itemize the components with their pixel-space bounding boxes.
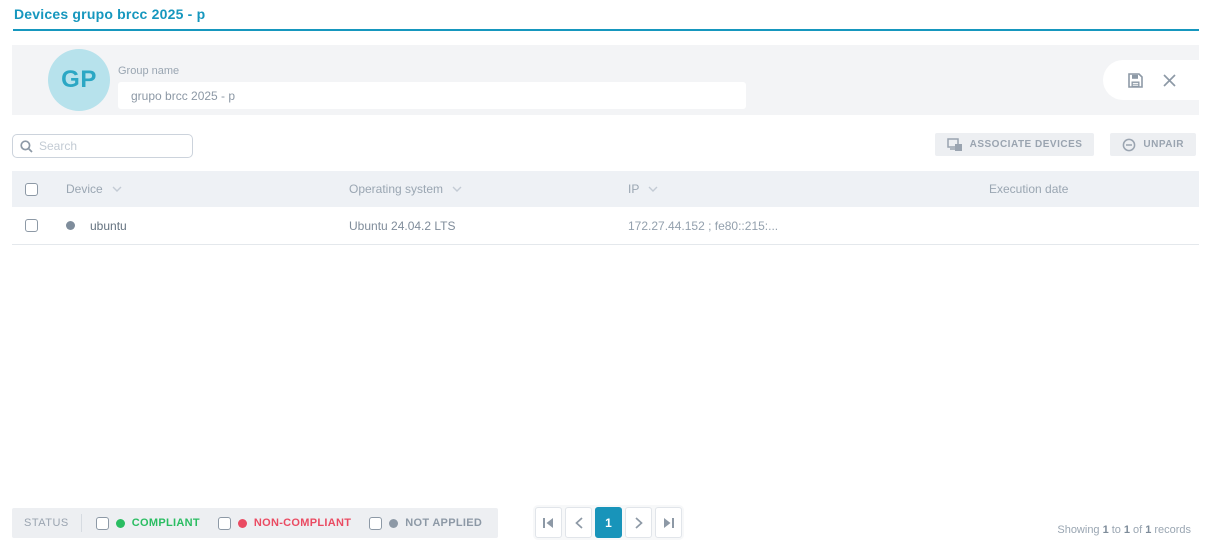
column-os-label: Operating system [349,182,443,196]
last-page-icon [662,517,675,529]
save-button[interactable] [1125,70,1145,90]
status-filter-label: STATUS [24,517,81,529]
non-compliant-label: NON-COMPLIANT [254,517,351,529]
unpair-button[interactable]: UNPAIR [1110,133,1196,156]
pagination: 1 [533,505,684,540]
column-header-os[interactable]: Operating system [349,182,462,196]
compliant-label: COMPLIANT [132,517,200,529]
showing-total: 1 [1145,524,1151,536]
group-avatar: GP [48,49,110,111]
records-summary: Showing 1 to 1 of 1 records [1057,524,1191,536]
table-header: Device Operating system IP Execution dat… [12,171,1199,207]
showing-from: 1 [1103,524,1109,536]
toolbar-buttons: ASSOCIATE DEVICES UNPAIR [935,133,1196,156]
of-word: of [1133,524,1142,536]
compliant-dot [116,519,125,528]
header-actions-pill [1103,60,1199,100]
group-name-label: Group name [118,65,179,77]
device-status-dot [66,221,75,230]
status-option-compliant[interactable]: COMPLIANT [96,517,200,530]
chevron-down-icon [112,186,122,192]
previous-page-button[interactable] [565,507,592,538]
select-all-checkbox[interactable] [25,183,38,196]
page-title: Devices grupo brcc 2025 - p [14,6,205,22]
device-ip-cell: 172.27.44.152 ; fe80::215:... [628,219,989,233]
records-word: records [1154,524,1191,536]
status-filter-bar: STATUS COMPLIANT NON-COMPLIANT NOT APPLI… [12,508,498,538]
status-divider [81,514,82,532]
chevron-left-icon [575,517,583,529]
column-ip-label: IP [628,182,639,196]
chevron-right-icon [635,517,643,529]
not-applied-checkbox[interactable] [369,517,382,530]
group-name-input[interactable] [118,82,746,109]
associate-devices-button[interactable]: ASSOCIATE DEVICES [935,133,1095,156]
column-header-device[interactable]: Device [66,182,122,196]
save-icon [1127,72,1144,89]
not-applied-dot [389,519,398,528]
unpair-icon [1122,138,1136,152]
unpair-label: UNPAIR [1143,139,1184,150]
table-row[interactable]: ubuntu Ubuntu 24.04.2 LTS 172.27.44.152 … [12,207,1199,245]
not-applied-label: NOT APPLIED [405,517,482,529]
non-compliant-dot [238,519,247,528]
status-option-non-compliant[interactable]: NON-COMPLIANT [218,517,351,530]
non-compliant-checkbox[interactable] [218,517,231,530]
first-page-button[interactable] [535,507,562,538]
group-header-band: GP Group name [12,45,1199,115]
last-page-button[interactable] [655,507,682,538]
column-header-execution-date: Execution date [989,182,1068,196]
status-option-not-applied[interactable]: NOT APPLIED [369,517,482,530]
row-checkbox[interactable] [25,219,38,232]
associate-devices-label: ASSOCIATE DEVICES [970,139,1083,150]
first-page-icon [542,517,555,529]
search-input[interactable] [39,139,185,153]
compliant-checkbox[interactable] [96,517,109,530]
search-box [12,134,193,158]
device-os-cell: Ubuntu 24.04.2 LTS [349,219,628,233]
page-1-button[interactable]: 1 [595,507,622,538]
to-word: to [1112,524,1121,536]
column-device-label: Device [66,182,103,196]
devices-icon [947,138,963,152]
close-icon [1162,73,1177,88]
device-name-cell[interactable]: ubuntu [90,219,349,233]
showing-to: 1 [1124,524,1130,536]
showing-word: Showing [1057,524,1099,536]
close-button[interactable] [1159,70,1179,90]
search-icon [20,140,33,153]
column-header-ip[interactable]: IP [628,182,658,196]
chevron-down-icon [452,186,462,192]
next-page-button[interactable] [625,507,652,538]
title-underline [13,29,1199,31]
chevron-down-icon [648,186,658,192]
